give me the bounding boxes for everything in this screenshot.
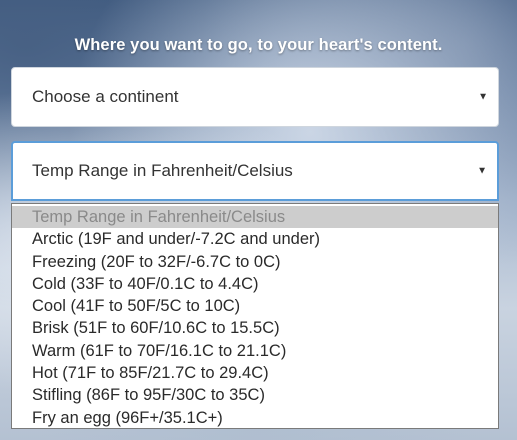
- temp-option[interactable]: Cool (41F to 50F/5C to 10C): [12, 295, 498, 317]
- page-background: Where you want to go, to your heart's co…: [0, 0, 517, 440]
- temp-option[interactable]: Freezing (20F to 32F/-6.7C to 0C): [12, 251, 498, 273]
- temp-option[interactable]: Fry an egg (96F+/35.1C+): [12, 407, 498, 429]
- temp-range-select-value: Temp Range in Fahrenheit/Celsius: [32, 161, 293, 180]
- temp-option[interactable]: Arctic (19F and under/-7.2C and under): [12, 228, 498, 250]
- temp-option[interactable]: Stifling (86F to 95F/30C to 35C): [12, 384, 498, 406]
- page-tagline: Where you want to go, to your heart's co…: [74, 36, 443, 54]
- temp-option[interactable]: Hot (71F to 85F/21.7C to 29.4C): [12, 362, 498, 384]
- temp-option[interactable]: Brisk (51F to 60F/10.6C to 15.5C): [12, 317, 498, 339]
- continent-select[interactable]: Choose a continent ▼: [11, 67, 499, 127]
- temp-range-select[interactable]: Temp Range in Fahrenheit/Celsius ▼: [11, 141, 499, 201]
- temp-option[interactable]: Temp Range in Fahrenheit/Celsius: [12, 206, 498, 229]
- continent-select-value: Choose a continent: [32, 87, 179, 106]
- temp-option[interactable]: Warm (61F to 70F/16.1C to 21.1C): [12, 340, 498, 362]
- chevron-down-icon: ▼: [478, 91, 488, 103]
- chevron-down-icon: ▼: [477, 165, 487, 177]
- temp-range-dropdown-list: Temp Range in Fahrenheit/Celsius Arctic …: [11, 203, 499, 429]
- temp-option[interactable]: Cold (33F to 40F/0.1C to 4.4C): [12, 273, 498, 295]
